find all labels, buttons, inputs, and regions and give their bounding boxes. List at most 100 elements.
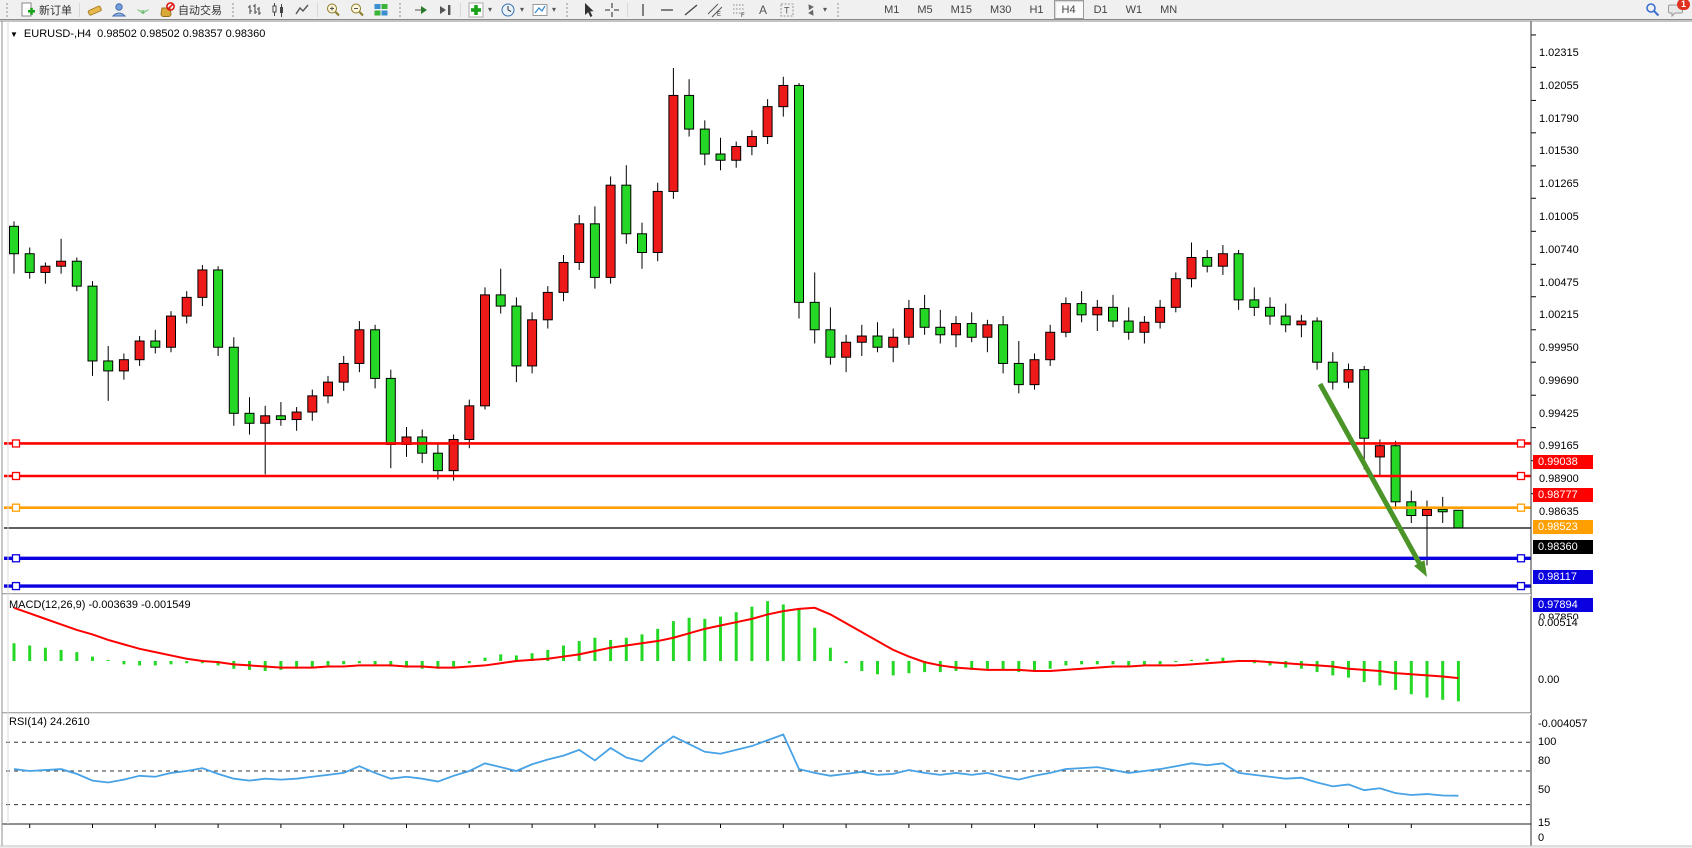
candle-body	[638, 234, 647, 253]
cursor-icon	[580, 2, 596, 18]
vertical-line-button[interactable]	[631, 2, 655, 18]
horizontal-line-icon	[659, 2, 675, 18]
candle-body	[1250, 300, 1259, 307]
community-button[interactable]	[107, 2, 131, 18]
timeframe-button-m1[interactable]: M1	[876, 0, 907, 19]
svg-text:F: F	[741, 13, 745, 18]
toolbar-grip[interactable]	[6, 3, 12, 17]
timeframe-button-h1[interactable]: H1	[1021, 0, 1051, 19]
price-level-badge: 0.98523	[1533, 520, 1593, 534]
price-level-badge: 0.99038	[1533, 455, 1593, 469]
indicators-button[interactable]: ▾	[464, 2, 496, 18]
dropdown-arrow-icon[interactable]: ▾	[520, 5, 524, 14]
toolbar-grip[interactable]	[232, 3, 238, 17]
candle-body	[10, 226, 19, 253]
candle-body	[1203, 257, 1212, 266]
timeframe-button-m5[interactable]: M5	[909, 0, 940, 19]
candle-body	[1061, 304, 1070, 333]
crosshair-button[interactable]	[600, 2, 624, 18]
candle-body	[590, 224, 599, 278]
arrows-button[interactable]: ▾	[799, 2, 831, 18]
line-chart-icon	[294, 2, 310, 18]
chart-symbol-period: EURUSD-,H4	[24, 28, 91, 40]
rsi-axis-label: 0	[1538, 832, 1544, 844]
chart-ohlc-values: 0.98502 0.98502 0.98357 0.98360	[97, 28, 265, 40]
line-anchor	[1518, 473, 1525, 480]
toolbar-grip[interactable]	[399, 3, 405, 17]
text-label-button[interactable]: T	[775, 2, 799, 18]
zoom-out-button[interactable]	[345, 2, 369, 18]
search-icon[interactable]	[1645, 2, 1660, 20]
bar-chart-button[interactable]	[242, 2, 266, 18]
new-order-button[interactable]: 新订单	[16, 2, 76, 18]
notifications-icon[interactable]: 1	[1668, 3, 1684, 20]
candle-body	[1360, 370, 1369, 439]
candlestick-chart-button[interactable]	[266, 2, 290, 18]
candle-body	[685, 95, 694, 129]
line-chart-button[interactable]	[290, 2, 314, 18]
svg-text:A: A	[759, 3, 767, 17]
timeframe-button-h4[interactable]: H4	[1054, 0, 1084, 19]
price-tick-label: 0.98635	[1539, 506, 1579, 518]
autotrading-label: 自动交易	[178, 2, 222, 18]
dropdown-arrow-icon[interactable]: ▾	[488, 5, 492, 14]
horizontal-line-button[interactable]	[655, 2, 679, 18]
candle-body	[559, 262, 568, 292]
candle-body	[355, 330, 364, 364]
one-click-expand-icon[interactable]: ▼	[10, 30, 18, 39]
candle-body	[151, 341, 160, 347]
timeframe-button-m30[interactable]: M30	[982, 0, 1019, 19]
candle-body	[842, 342, 851, 357]
signals-button[interactable]	[131, 2, 155, 18]
candle-body	[1375, 446, 1384, 457]
trendline-icon	[683, 2, 699, 18]
chart-shift-button[interactable]	[433, 2, 457, 18]
chart-canvas[interactable]	[0, 20, 1692, 848]
cursor-button[interactable]	[576, 2, 600, 18]
timeframe-button-m15[interactable]: M15	[943, 0, 980, 19]
zoom-in-button[interactable]	[321, 2, 345, 18]
text-button[interactable]: A	[751, 2, 775, 18]
fibonacci-button[interactable]: F	[727, 2, 751, 18]
candle-body	[1140, 322, 1149, 332]
notification-count-badge: 1	[1677, 0, 1690, 10]
price-tick-label: 1.00215	[1539, 309, 1579, 321]
candle-body	[952, 324, 961, 335]
periods-button[interactable]: ▾	[496, 2, 528, 18]
toolbar-grip[interactable]	[566, 3, 572, 17]
toolbar-grip[interactable]	[837, 3, 843, 17]
candle-body	[622, 185, 631, 234]
toolbar-separator	[627, 3, 628, 17]
auto-scroll-button[interactable]	[409, 2, 433, 18]
timeframe-button-mn[interactable]: MN	[1152, 0, 1185, 19]
candle-body	[1030, 360, 1039, 385]
rsi-line	[14, 735, 1458, 796]
tile-windows-button[interactable]	[369, 2, 393, 18]
macd-indicator-label: MACD(12,26,9) -0.003639 -0.001549	[9, 599, 191, 611]
dropdown-arrow-icon[interactable]: ▾	[823, 5, 827, 14]
price-tick-label: 0.98900	[1539, 473, 1579, 485]
candle-body	[1266, 307, 1275, 316]
styler-button[interactable]	[83, 2, 107, 18]
candle-body	[543, 292, 552, 319]
candle-body	[386, 378, 395, 444]
autotrading-button[interactable]: 自动交易	[155, 2, 226, 18]
dropdown-arrow-icon[interactable]: ▾	[552, 5, 556, 14]
templates-button[interactable]: ▾	[528, 2, 560, 18]
candle-body	[1077, 304, 1086, 315]
candle-body	[826, 330, 835, 357]
trendline-button[interactable]	[679, 2, 703, 18]
candle-body	[669, 95, 678, 191]
timeframe-button-d1[interactable]: D1	[1086, 0, 1116, 19]
fibonacci-icon: F	[731, 2, 747, 18]
zoom-in-icon	[325, 2, 341, 18]
price-level-badge: 0.98117	[1533, 570, 1593, 584]
candle-body	[339, 363, 348, 382]
text-icon: A	[755, 2, 771, 18]
equidistant-channel-button[interactable]: E	[703, 2, 727, 18]
timeframe-button-w1[interactable]: W1	[1118, 0, 1151, 19]
candle-body	[245, 413, 254, 423]
svg-text:T: T	[784, 5, 790, 15]
candlestick-icon	[270, 2, 286, 18]
price-tick-label: 0.99165	[1539, 440, 1579, 452]
